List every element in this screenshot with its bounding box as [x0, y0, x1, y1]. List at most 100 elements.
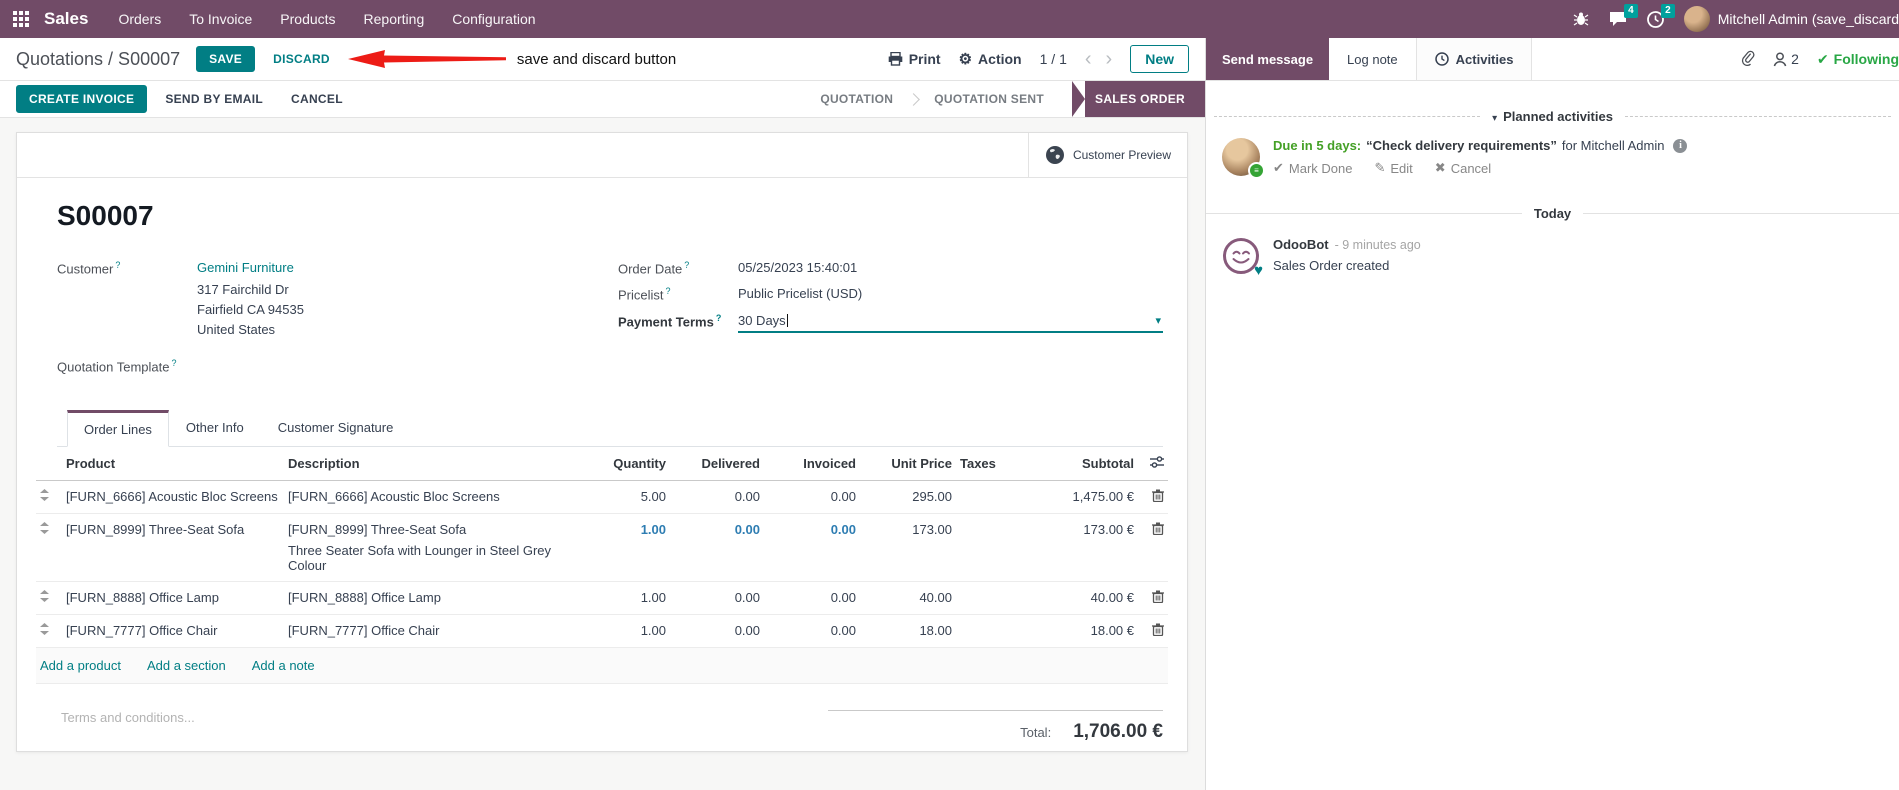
cell-quantity[interactable]: 1.00 — [582, 513, 670, 583]
order-line-row[interactable]: [FURN_8999] Three-Seat Sofa [FURN_8999] … — [36, 513, 1168, 583]
cell-quantity[interactable]: 5.00 — [582, 480, 670, 515]
delete-line-button[interactable] — [1152, 489, 1164, 505]
col-description[interactable]: Description — [284, 447, 582, 482]
cell-product[interactable]: [FURN_7777] Office Chair — [62, 614, 284, 649]
menu-to-invoice[interactable]: To Invoice — [189, 11, 252, 27]
create-invoice-button[interactable]: CREATE INVOICE — [16, 85, 148, 113]
menu-products[interactable]: Products — [280, 11, 335, 27]
delete-line-button[interactable] — [1152, 590, 1164, 606]
cell-quantity[interactable]: 1.00 — [582, 614, 670, 649]
cell-invoiced[interactable]: 0.00 — [764, 513, 860, 583]
pricelist-field[interactable]: Public Pricelist (USD) — [738, 286, 862, 302]
print-button[interactable]: Print — [888, 51, 941, 67]
send-message-button[interactable]: Send message — [1206, 38, 1330, 80]
followers-button[interactable]: 2 — [1773, 51, 1799, 67]
user-menu[interactable]: Mitchell Admin (save_discard — [1683, 6, 1899, 32]
new-button[interactable]: New — [1130, 45, 1189, 73]
apps-menu-icon[interactable] — [13, 10, 30, 28]
cell-invoiced[interactable]: 0.00 — [764, 614, 860, 649]
save-button[interactable]: SAVE — [196, 46, 256, 72]
discard-button[interactable]: DISCARD — [267, 47, 336, 71]
menu-configuration[interactable]: Configuration — [452, 11, 535, 27]
tab-customer-signature[interactable]: Customer Signature — [261, 410, 411, 447]
order-line-row[interactable]: [FURN_6666] Acoustic Bloc Screens [FURN_… — [36, 480, 1168, 515]
cell-delivered[interactable]: 0.00 — [670, 614, 764, 649]
add-section-link[interactable]: Add a section — [147, 658, 226, 673]
col-quantity[interactable]: Quantity — [582, 447, 670, 482]
delete-line-button[interactable] — [1152, 522, 1164, 538]
add-product-link[interactable]: Add a product — [40, 658, 121, 673]
add-note-link[interactable]: Add a note — [252, 658, 315, 673]
dropdown-caret-icon[interactable]: ▾ — [1155, 314, 1161, 327]
col-invoiced[interactable]: Invoiced — [764, 447, 860, 482]
cell-taxes[interactable] — [956, 480, 1034, 515]
drag-handle-icon[interactable] — [40, 623, 49, 638]
cell-unit-price[interactable]: 295.00 — [860, 480, 956, 515]
delete-line-button[interactable] — [1152, 623, 1164, 639]
col-subtotal[interactable]: Subtotal — [1034, 447, 1138, 482]
mark-done-button[interactable]: ✔ Mark Done — [1273, 160, 1352, 176]
order-date-field[interactable]: 05/25/2023 15:40:01 — [738, 260, 857, 276]
optional-columns-button[interactable] — [1138, 447, 1168, 482]
activities-button[interactable]: Activities — [1415, 38, 1533, 80]
col-taxes[interactable]: Taxes — [956, 447, 1034, 482]
col-product[interactable]: Product — [62, 447, 284, 482]
planned-activities-toggle[interactable]: ▾ Planned activities — [1480, 109, 1625, 124]
menu-reporting[interactable]: Reporting — [364, 11, 425, 27]
activities-clock-icon[interactable]: 2 — [1646, 3, 1675, 28]
cell-product[interactable]: [FURN_8999] Three-Seat Sofa — [62, 513, 284, 583]
cell-delivered[interactable]: 0.00 — [670, 513, 764, 583]
message-author[interactable]: OdooBot — [1273, 237, 1329, 252]
cell-unit-price[interactable]: 173.00 — [860, 513, 956, 583]
cell-product[interactable]: [FURN_6666] Acoustic Bloc Screens — [62, 480, 284, 515]
cell-invoiced[interactable]: 0.00 — [764, 581, 860, 616]
tab-other-info[interactable]: Other Info — [169, 410, 261, 447]
quotation-template-field[interactable] — [177, 358, 618, 374]
status-quotation[interactable]: QUOTATION — [802, 81, 911, 117]
customer-link[interactable]: Gemini Furniture — [197, 260, 304, 275]
pager-previous-icon[interactable]: ‹ — [1085, 49, 1092, 69]
action-button[interactable]: ⚙ Action — [959, 51, 1022, 67]
cell-taxes[interactable] — [956, 614, 1034, 649]
cell-description[interactable]: [FURN_8999] Three-Seat Sofa Three Seater … — [284, 513, 582, 583]
cell-taxes[interactable] — [956, 581, 1034, 616]
log-note-button[interactable]: Log note — [1329, 38, 1416, 80]
order-line-row[interactable]: [FURN_7777] Office Chair [FURN_7777] Off… — [36, 614, 1168, 649]
cell-delivered[interactable]: 0.00 — [670, 480, 764, 515]
customer-preview-button[interactable]: Customer Preview — [1027, 133, 1187, 177]
status-quotation-sent[interactable]: QUOTATION SENT — [916, 81, 1062, 117]
payment-terms-input[interactable]: 30 Days ▾ — [737, 313, 1163, 333]
attach-files-button[interactable] — [1740, 49, 1755, 69]
cell-invoiced[interactable]: 0.00 — [764, 480, 860, 515]
cell-description[interactable]: [FURN_7777] Office Chair — [284, 614, 582, 649]
drag-handle-icon[interactable] — [40, 522, 49, 537]
cancel-activity-button[interactable]: ✖ Cancel — [1435, 160, 1491, 176]
app-name[interactable]: Sales — [44, 9, 88, 29]
col-delivered[interactable]: Delivered — [670, 447, 764, 482]
cell-description[interactable]: [FURN_8888] Office Lamp — [284, 581, 582, 616]
messages-icon[interactable]: 4 — [1609, 4, 1638, 27]
status-sales-order[interactable]: SALES ORDER — [1085, 81, 1205, 117]
cell-quantity[interactable]: 1.00 — [582, 581, 670, 616]
pager-next-icon[interactable]: › — [1106, 49, 1113, 69]
cell-taxes[interactable] — [956, 513, 1034, 583]
drag-handle-icon[interactable] — [40, 489, 49, 504]
cell-unit-price[interactable]: 40.00 — [860, 581, 956, 616]
edit-activity-button[interactable]: ✎ Edit — [1374, 160, 1412, 176]
terms-and-conditions-field[interactable]: Terms and conditions... — [61, 710, 195, 743]
following-button[interactable]: ✔ Following — [1817, 51, 1899, 68]
info-icon[interactable]: i — [1673, 138, 1688, 153]
cell-product[interactable]: [FURN_8888] Office Lamp — [62, 581, 284, 616]
cell-description[interactable]: [FURN_6666] Acoustic Bloc Screens — [284, 480, 582, 515]
menu-orders[interactable]: Orders — [118, 11, 161, 27]
cell-unit-price[interactable]: 18.00 — [860, 614, 956, 649]
order-line-row[interactable]: [FURN_8888] Office Lamp [FURN_8888] Offi… — [36, 581, 1168, 616]
col-unit-price[interactable]: Unit Price — [860, 447, 956, 482]
cell-delivered[interactable]: 0.00 — [670, 581, 764, 616]
tab-order-lines[interactable]: Order Lines — [67, 410, 169, 448]
send-by-email-button[interactable]: SEND BY EMAIL — [155, 86, 273, 112]
drag-handle-icon[interactable] — [40, 590, 49, 605]
cancel-button[interactable]: CANCEL — [281, 86, 353, 112]
debug-bug-icon[interactable] — [1573, 11, 1589, 27]
breadcrumb[interactable]: Quotations / S00007 — [16, 49, 180, 70]
